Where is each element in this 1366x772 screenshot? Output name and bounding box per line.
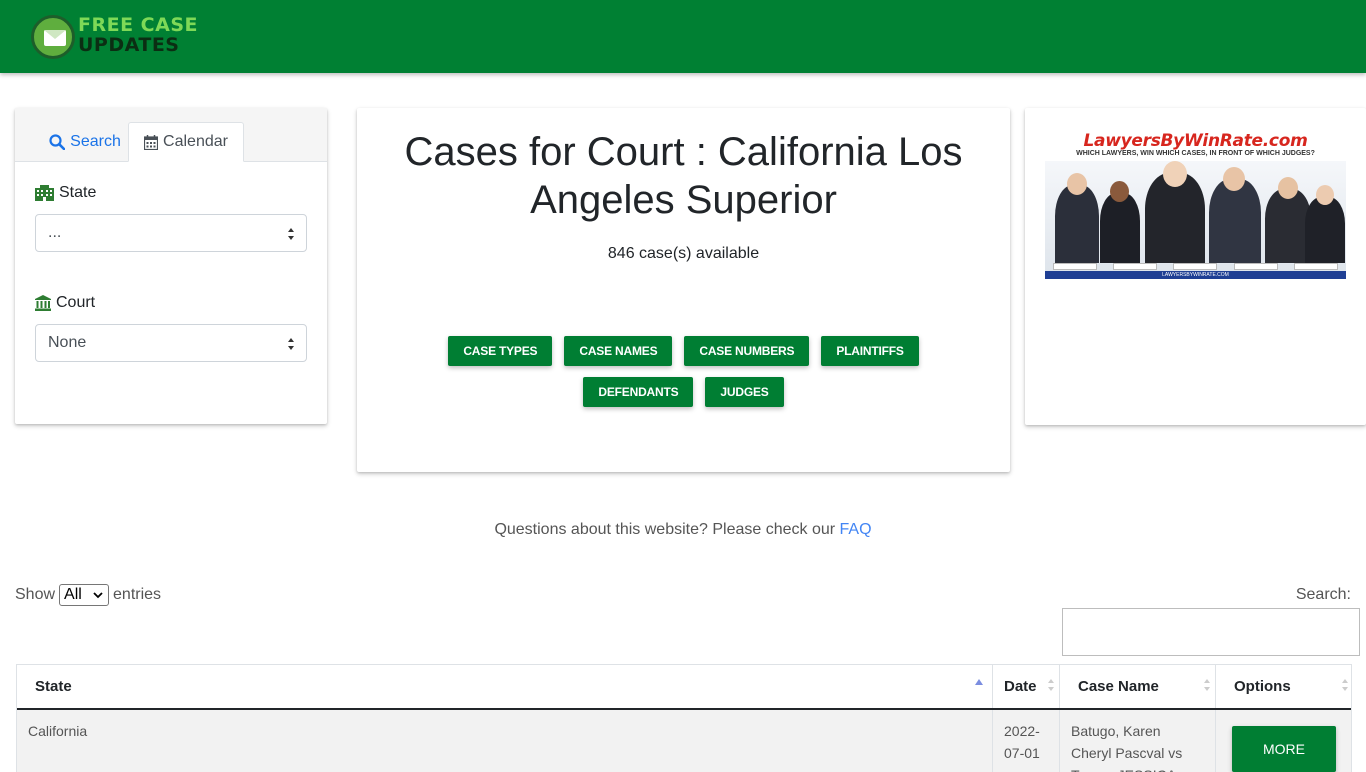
search-icon [49, 133, 66, 150]
entries-select-value: All [64, 586, 82, 603]
more-button[interactable]: MORE [1232, 726, 1336, 772]
column-header-label: Date [1004, 678, 1037, 695]
lawyers-photo [1045, 161, 1346, 271]
entries-select[interactable]: All [59, 584, 110, 606]
court-summary-card: Cases for Court : California Los Angeles… [357, 108, 1010, 472]
cell-date: 2022-07-01 [993, 710, 1060, 772]
court-select[interactable]: None [35, 324, 307, 362]
case-count: 846 case(s) available [607, 245, 760, 262]
calendar-icon [144, 134, 159, 150]
faq-link[interactable]: FAQ [840, 521, 872, 538]
table-search-input[interactable] [1062, 608, 1360, 656]
tab-search[interactable]: Search [30, 122, 140, 161]
chevron-down-icon [93, 592, 103, 599]
faq-text: Questions about this website? Please che… [494, 521, 840, 538]
court-label-text: Court [56, 294, 96, 311]
select-arrows-icon [288, 228, 294, 240]
tab-calendar-label: Calendar [163, 133, 228, 150]
column-header-label: State [35, 678, 72, 695]
courthouse-icon [35, 295, 51, 311]
cell-case-name: Batugo, Karen Cheryl Pascval vs Torrez, … [1060, 710, 1216, 772]
sort-both-icon [1342, 679, 1348, 691]
ad-subtitle: WHICH LAWYERS, WIN WHICH CASES, IN FRONT… [1076, 150, 1315, 157]
column-header-options[interactable]: Options [1216, 665, 1353, 708]
table-search-label: Search: [1295, 586, 1351, 603]
logo-text-line2: UPDATES [78, 34, 180, 56]
court-select-value: None [48, 334, 87, 351]
case-types-button[interactable]: CASE TYPES [448, 336, 553, 366]
top-navbar: FREE CASE UPDATES [0, 0, 1366, 73]
ad-footer: LAWYERSBYWINRATE.COM [1045, 271, 1346, 279]
judges-button[interactable]: JUDGES [705, 377, 784, 407]
column-header-case-name[interactable]: Case Name [1060, 665, 1216, 708]
entries-label: entries [113, 586, 162, 603]
plaintiffs-button[interactable]: PLAINTIFFS [821, 336, 919, 366]
ad-winrate-badges [1045, 263, 1346, 271]
ad-title: LawyersByWinRate.com [1083, 131, 1308, 151]
tab-search-label: Search [70, 132, 121, 150]
select-arrows-icon [288, 338, 294, 350]
court-label: Court [35, 294, 95, 312]
building-icon [35, 185, 54, 201]
page-title: Cases for Court : California Los Angeles… [404, 130, 963, 222]
tab-calendar[interactable]: Calendar [128, 122, 244, 162]
ad-card: LawyersByWinRate.com WHICH LAWYERS, WIN … [1025, 108, 1366, 425]
logo-text-line1: FREE CASE [78, 14, 198, 36]
faq-line: Questions about this website? Please che… [0, 521, 1366, 539]
state-select[interactable]: ... [35, 214, 307, 252]
filter-buttons-row2: DEFENDANTS JUDGES [357, 377, 1010, 407]
case-numbers-button[interactable]: CASE NUMBERS [684, 336, 810, 366]
cell-state: California [17, 710, 993, 772]
sort-both-icon [1048, 679, 1054, 691]
sort-asc-icon [975, 679, 983, 685]
show-label: Show [15, 586, 56, 603]
logo-mail-icon [31, 15, 75, 59]
sort-both-icon [1204, 679, 1210, 691]
show-entries-control: Show All entries [15, 584, 161, 606]
panel-tabs: Search Calendar [15, 108, 327, 162]
lawyers-ad-banner[interactable]: LawyersByWinRate.com WHICH LAWYERS, WIN … [1045, 131, 1346, 279]
column-header-state[interactable]: State [17, 665, 993, 708]
column-header-label: Case Name [1078, 678, 1159, 695]
case-names-button[interactable]: CASE NAMES [564, 336, 673, 366]
table-row: California 2022-07-01 Batugo, Karen Cher… [17, 710, 1351, 772]
site-logo[interactable]: FREE CASE UPDATES [31, 15, 198, 61]
state-label: State [35, 184, 96, 202]
state-select-value: ... [48, 224, 62, 241]
state-label-text: State [59, 184, 97, 201]
defendants-button[interactable]: DEFENDANTS [583, 377, 694, 407]
table-header: State Date Case Name Options [17, 665, 1351, 710]
column-header-date[interactable]: Date [993, 665, 1060, 708]
search-calendar-panel: Search Calendar State ... Court None [15, 108, 327, 424]
cell-options: MORE [1216, 710, 1353, 772]
column-header-label: Options [1234, 678, 1291, 695]
filter-buttons-row1: CASE TYPES CASE NAMES CASE NUMBERS PLAIN… [357, 336, 1010, 366]
cases-table: State Date Case Name Options California … [16, 664, 1352, 772]
